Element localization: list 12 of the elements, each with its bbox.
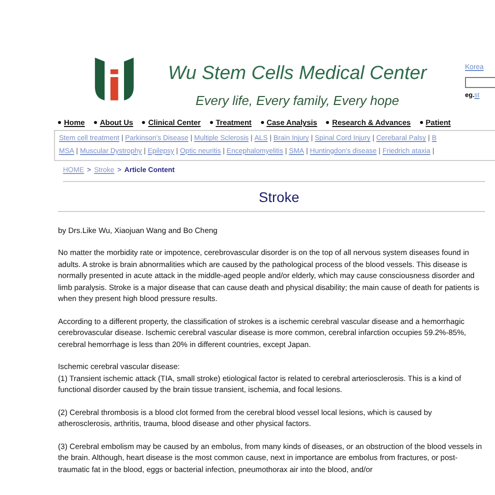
site-tagline: Every life, Every family, Every hope xyxy=(196,92,400,110)
bullet-icon xyxy=(58,121,61,124)
bullet-icon xyxy=(326,121,330,124)
logo-icon xyxy=(93,55,136,103)
bullet-icon xyxy=(260,121,264,124)
bullet-icon xyxy=(210,121,213,124)
bullet-icon xyxy=(94,121,97,124)
bullet-icon xyxy=(420,121,423,124)
article-title: Stroke xyxy=(258,188,300,207)
search-field[interactable] xyxy=(465,76,495,88)
bullet-icon xyxy=(142,121,146,124)
site-title: Wu Stem Cells Medical Center xyxy=(168,62,427,86)
